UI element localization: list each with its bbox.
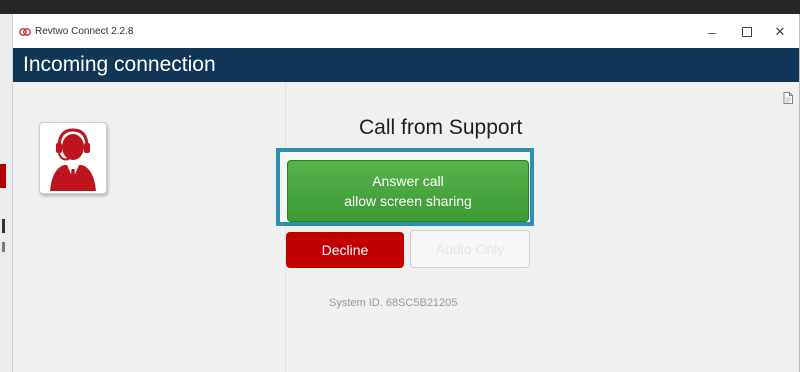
- title-bar[interactable]: Revtwo Connect 2.2.8 – ✕: [13, 14, 799, 48]
- decline-button[interactable]: Decline: [286, 232, 404, 268]
- background-red-marker: [0, 164, 6, 188]
- support-agent-headset-icon: [50, 128, 96, 191]
- answer-call-sublabel: allow screen sharing: [344, 193, 472, 209]
- minimize-button[interactable]: –: [699, 22, 725, 42]
- answer-call-button[interactable]: Answer call allow screen sharing: [287, 160, 529, 222]
- answer-call-label: Answer call: [372, 173, 444, 189]
- audio-only-button: Audio Only: [410, 230, 530, 268]
- background-tick: [2, 219, 5, 233]
- close-button[interactable]: ✕: [767, 22, 793, 42]
- page-title: Incoming connection: [23, 53, 216, 76]
- background-window-edge: [0, 14, 12, 372]
- caller-avatar: [39, 122, 107, 194]
- call-from-text: Call from Support: [359, 116, 523, 139]
- maximize-button[interactable]: [734, 22, 760, 42]
- app-title: Revtwo Connect 2.2.8: [35, 26, 134, 37]
- system-id-text: System ID. 68SC5B21205: [329, 297, 458, 309]
- header-bar: Incoming connection: [13, 48, 799, 82]
- maximize-icon: [742, 27, 752, 37]
- incoming-call-panel: Call from Support Answer call allow scre…: [13, 82, 799, 372]
- background-tick: [2, 242, 5, 252]
- revtwo-logo-icon: [19, 28, 31, 36]
- panel-divider: [285, 82, 286, 372]
- app-window: Revtwo Connect 2.2.8 – ✕ Incoming connec…: [12, 14, 799, 372]
- document-icon[interactable]: [783, 92, 793, 104]
- desktop-top-border: [0, 0, 800, 14]
